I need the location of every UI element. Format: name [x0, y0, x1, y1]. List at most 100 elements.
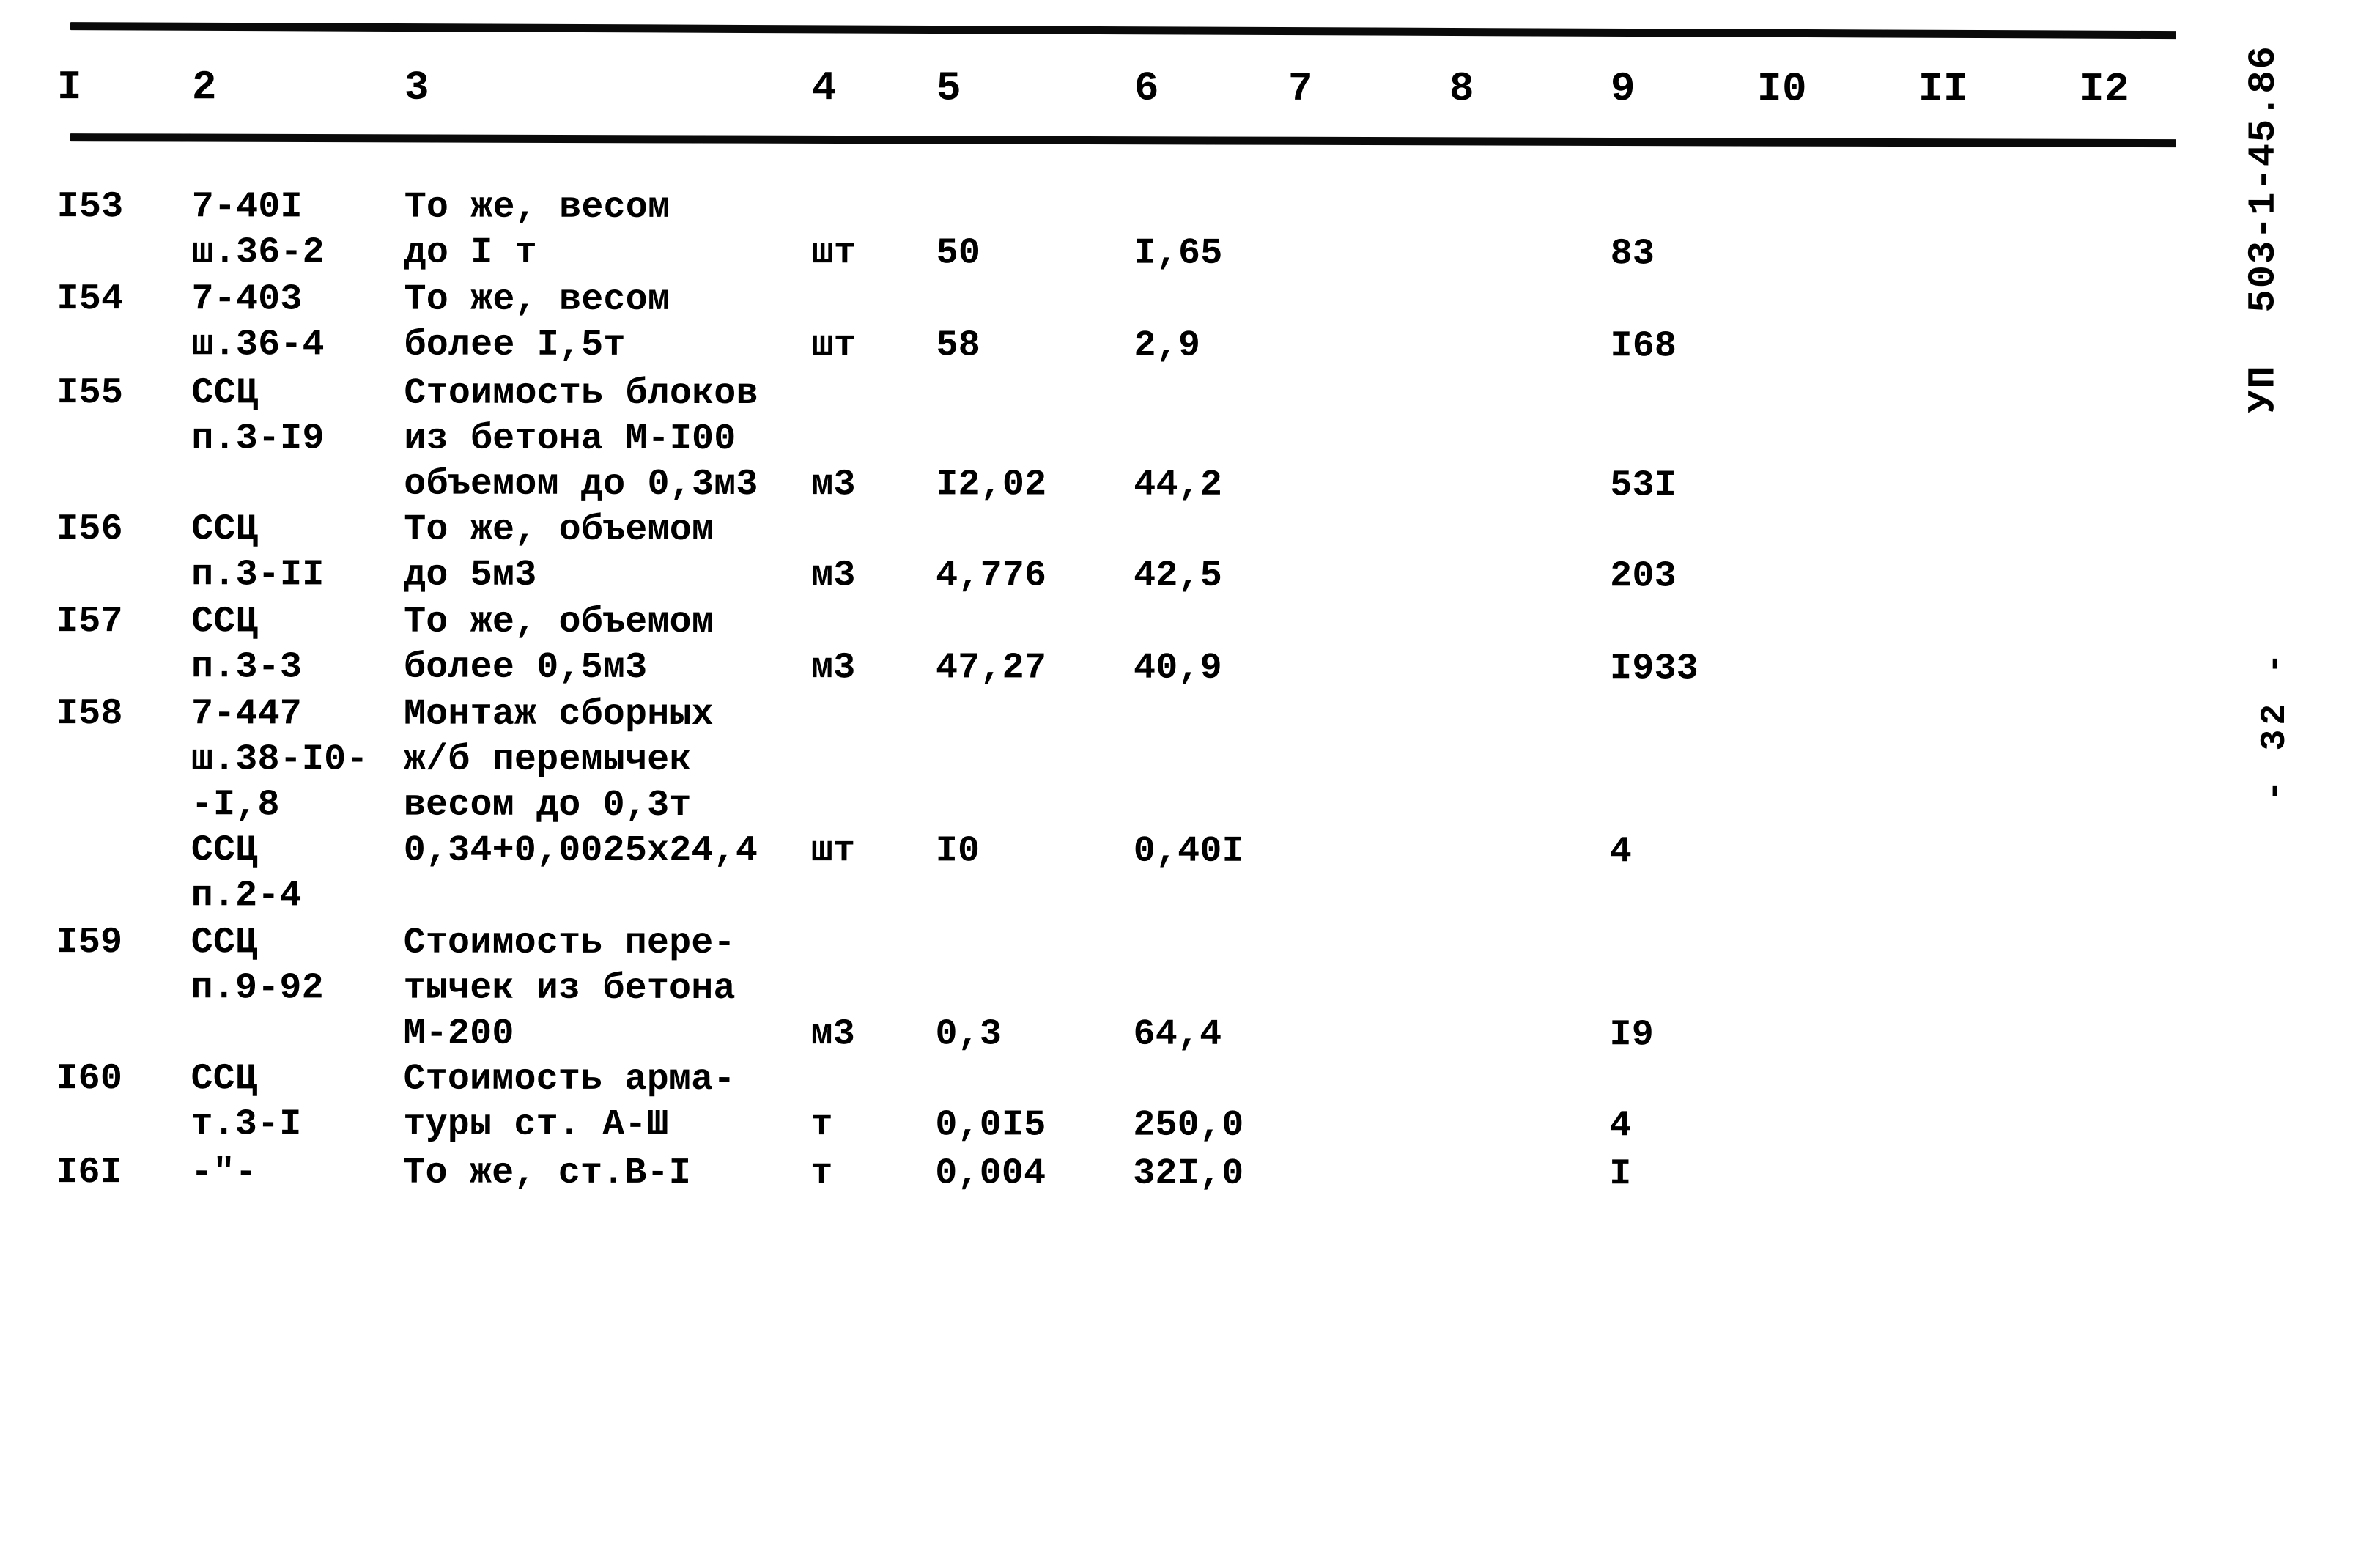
cell-line: т.3-I: [191, 1104, 302, 1146]
cell-col4: м3: [810, 1012, 854, 1057]
cell-line: ш.36-2: [191, 232, 325, 274]
cell-col3: То же, объемом более 0,5м3: [404, 600, 714, 691]
cell-line: 47,27: [936, 647, 1047, 690]
cell-line: 44,2: [1134, 464, 1223, 506]
cell-col5: I0: [936, 829, 980, 874]
document-page: I 2 3 4 5 6 7 8 9 I0 II I2 I53 7-40I ш.36-2 То же, вес…: [0, 0, 2380, 1558]
cell-col4: м3: [811, 553, 855, 599]
cell-line: т: [810, 1153, 833, 1195]
cell-col4: т: [810, 1103, 832, 1148]
cell-col3: Стоимость блоков из бетона М-I00 объемом д…: [404, 371, 758, 509]
cell-col2: ССЦ п.9-92: [191, 920, 324, 1011]
cell-line: объемом до 0,3м3: [404, 463, 758, 506]
cell-col1: I58: [56, 692, 123, 737]
cell-line: I933: [1610, 648, 1699, 690]
cell-line: То же, весом: [404, 278, 670, 321]
cell-line: 7-447: [191, 693, 303, 736]
cell-col9: I9: [1609, 1013, 1653, 1058]
cell-col5: 47,27: [936, 646, 1046, 691]
cell-col4: шт: [812, 231, 856, 276]
cell-line: ССЦ: [191, 372, 259, 415]
cell-line: более I,5т: [404, 324, 626, 366]
cell-col2: 7-403 ш.36-4: [191, 277, 324, 368]
cell-line: 0,3: [935, 1013, 1002, 1056]
cell-col9: 4: [1609, 1104, 1631, 1149]
cell-col3: Стоимость арма-туры ст. А-Ш: [403, 1057, 735, 1148]
cell-col3: Стоимость пере-тычек из бетона М-200: [403, 921, 735, 1057]
cell-line: из бетона М-I00: [404, 418, 736, 461]
cell-col3: Монтаж сборных ж/б перемычек весом до 0,3т…: [404, 692, 758, 875]
cell-line: шт: [811, 232, 857, 275]
cell-line: п.9-92: [191, 967, 324, 1010]
cell-col6: 42,5: [1134, 554, 1222, 599]
cell-col3: То же, ст.В-I: [403, 1151, 691, 1197]
cell-col5: I2,02: [936, 462, 1046, 508]
cell-line: шт: [811, 325, 856, 367]
cell-line: п.2-4: [191, 875, 302, 917]
cell-col2: 7-447 ш.38-I0- -I,8 ССЦ п.2-4: [191, 692, 369, 919]
cell-line: 4: [1609, 1105, 1632, 1147]
cell-line: 0,40I: [1133, 830, 1244, 873]
cell-line: I58: [56, 693, 123, 736]
cell-col6: I,65: [1134, 232, 1223, 277]
cell-col2: ССЦ т.3-I: [191, 1057, 301, 1147]
cell-line: ш.38-I0-: [191, 739, 369, 781]
cell-line: I,65: [1134, 232, 1223, 275]
cell-line: до I т: [404, 232, 537, 274]
cell-line: I57: [56, 601, 123, 643]
cell-line: шт: [810, 830, 856, 873]
table-row: I6I -"- То же, ст.В-I т 0,004 32I,0 I: [0, 1150, 2204, 1195]
cell-col4: шт: [811, 323, 855, 369]
cell-col2: -"-: [191, 1150, 257, 1196]
cell-col3: То же, объемом до 5м3: [404, 508, 714, 599]
page-number-stamp: - 32 -: [2255, 648, 2296, 802]
cell-line: I59: [56, 922, 123, 964]
cell-line: I: [1609, 1153, 1632, 1196]
cell-line: I54: [56, 278, 124, 321]
table-row: I60 ССЦ т.3-I Стоимость арма-туры ст. А-Ш т 0…: [0, 1057, 2204, 1147]
cell-col6: 0,40I: [1134, 829, 1244, 875]
cell-line: 4,776: [936, 555, 1047, 597]
drawing-code-stamp: 503-1-45.86: [2242, 45, 2285, 313]
cell-line: 203: [1610, 555, 1677, 598]
cell-line: до 5м3: [404, 554, 537, 596]
cell-col4: м3: [811, 646, 855, 691]
cell-line: ССЦ: [191, 601, 258, 643]
cell-line: 58: [936, 325, 980, 367]
cell-line: тычек из бетона: [403, 967, 736, 1010]
cell-line: м3: [811, 555, 856, 597]
cell-col2: ССЦ п.3-I9: [191, 371, 324, 462]
cell-line: ССЦ: [191, 922, 258, 964]
cell-col1: I6I: [56, 1150, 122, 1196]
cell-col3: То же, весом более I,5т: [404, 278, 670, 369]
cell-line: То же, объемом: [404, 601, 714, 644]
cell-line: 2,9: [1134, 325, 1201, 367]
cell-col6: 2,9: [1134, 324, 1200, 369]
cell-col1: I55: [56, 371, 123, 416]
table-row: I53 7-40I ш.36-2 То же, весом до I т шт 50 I,65…: [0, 185, 2206, 275]
cell-col4: шт: [811, 829, 855, 874]
cell-line: 7-40I: [191, 186, 303, 229]
table-row: I55 ССЦ п.3-I9 Стоимость блоков из бетона М-…: [0, 371, 2205, 506]
cell-col6: 250,0: [1133, 1104, 1243, 1149]
cell-line: I0: [935, 830, 980, 873]
cell-col9: 203: [1610, 554, 1677, 599]
cell-line: Стоимость пере-: [403, 922, 736, 965]
cell-line: более 0,5м3: [404, 646, 648, 689]
cell-line: т: [810, 1104, 833, 1147]
cell-line: 50: [936, 232, 981, 275]
cell-col5: 0,3: [935, 1012, 1002, 1057]
cell-line: I60: [56, 1058, 123, 1101]
cell-line: 250,0: [1133, 1104, 1244, 1147]
cell-line: Стоимость блоков: [404, 372, 758, 415]
cell-col6: 40,9: [1134, 646, 1222, 692]
cell-line: 0,34+0,0025х24,4: [403, 829, 758, 873]
cell-line: ССЦ: [191, 509, 258, 551]
cell-line: I2,02: [936, 464, 1047, 506]
cell-line: м3: [811, 464, 856, 506]
cell-col9: I933: [1610, 646, 1699, 692]
cell-col4: м3: [811, 462, 855, 508]
cell-line: 0,004: [935, 1153, 1046, 1195]
cell-line: 40,9: [1134, 647, 1222, 690]
cell-col5: 4,776: [936, 553, 1046, 599]
